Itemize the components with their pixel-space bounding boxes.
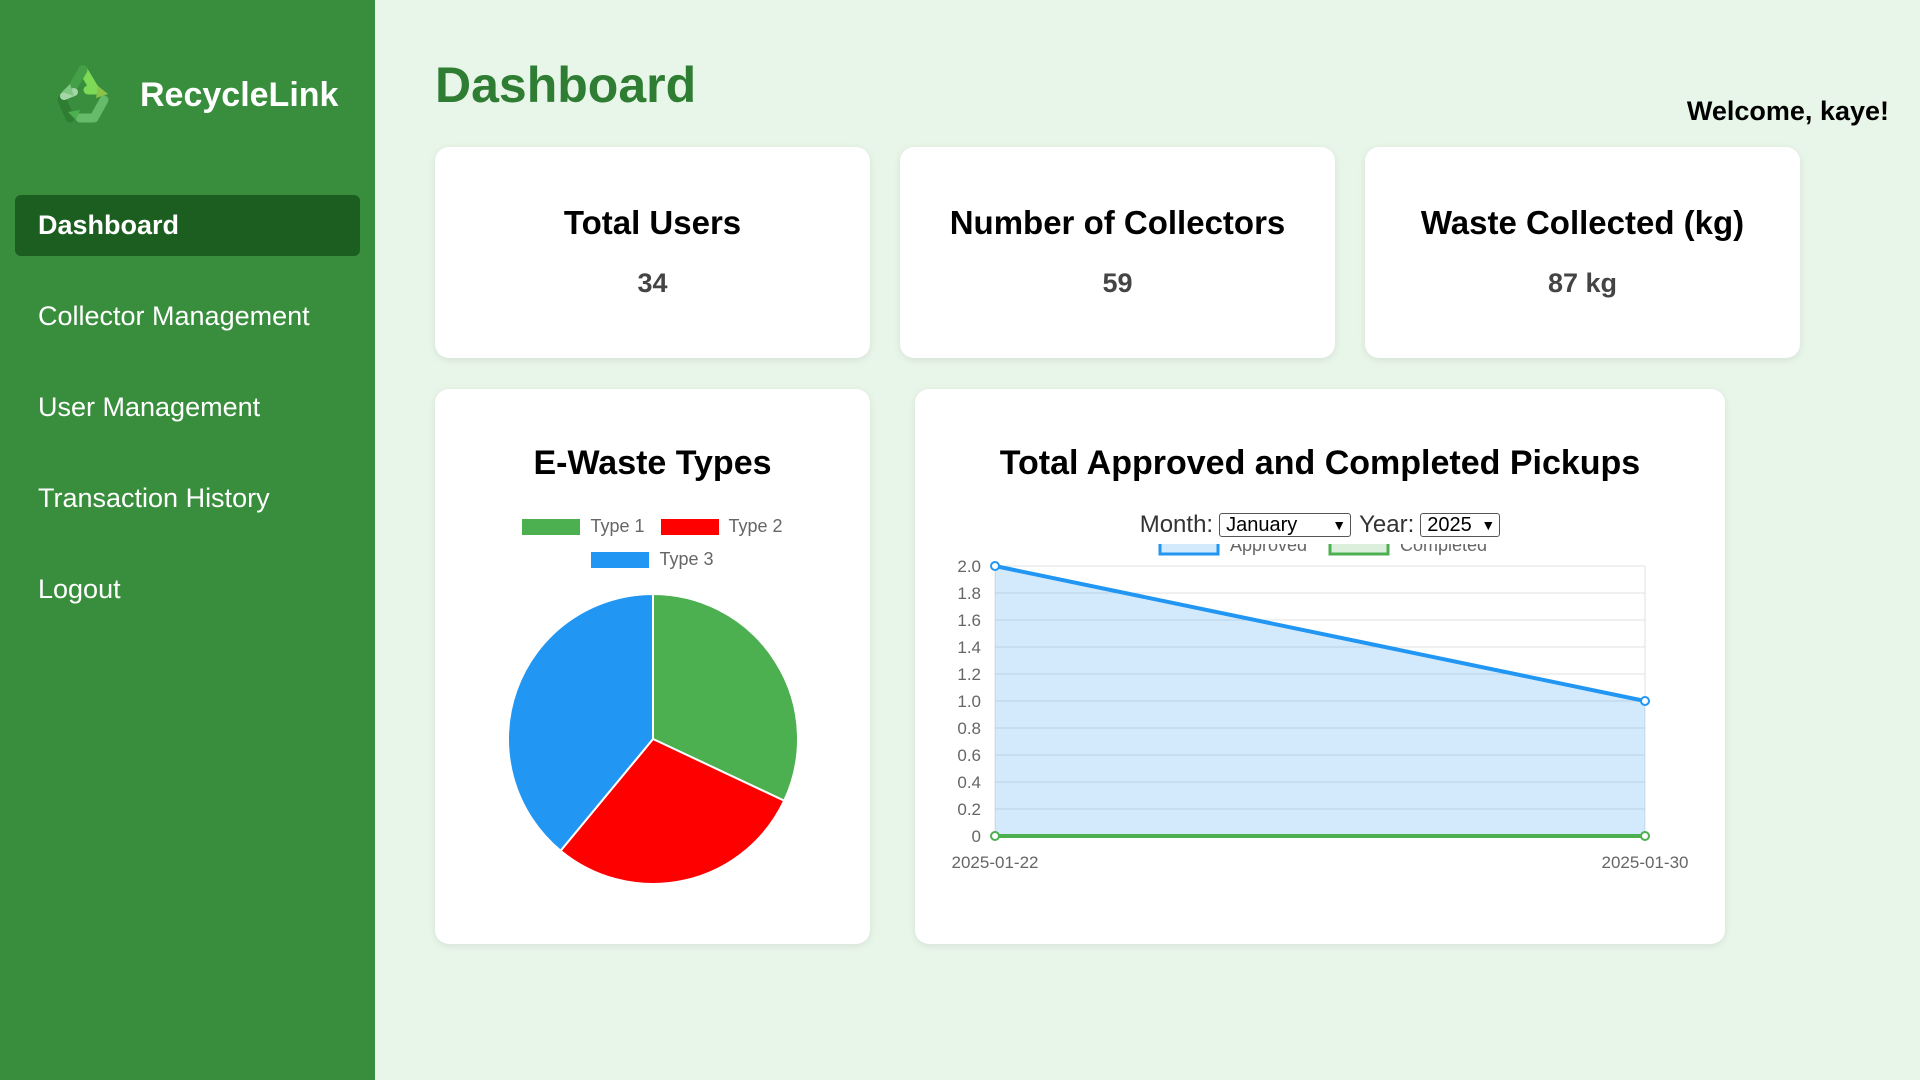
legend-item-type-1[interactable]: Type 1 xyxy=(522,516,645,537)
pickups-card: Total Approved and Completed Pickups Mon… xyxy=(915,389,1725,944)
stat-card-total-users: Total Users 34 xyxy=(435,147,870,358)
y-tick-label: 1.0 xyxy=(957,692,981,711)
pickup-filters: Month: January ▼ Year: 2025 ▼ xyxy=(915,511,1725,539)
sidebar-item-logout[interactable]: Logout xyxy=(15,559,360,620)
sidebar-item-transaction-history[interactable]: Transaction History xyxy=(15,468,360,529)
data-point-approved[interactable] xyxy=(990,561,1000,571)
y-tick-label: 1.8 xyxy=(957,584,981,603)
legend-swatch xyxy=(660,518,719,535)
y-tick-label: 0.8 xyxy=(957,719,981,738)
sidebar-item-dashboard[interactable]: Dashboard xyxy=(15,195,360,256)
data-point-completed[interactable] xyxy=(990,831,1000,841)
y-tick-label: 0.2 xyxy=(957,800,981,819)
ewaste-chart-title: E-Waste Types xyxy=(533,444,772,482)
year-select[interactable]: 2025 ▼ xyxy=(1420,513,1501,537)
stat-card-collectors: Number of Collectors 59 xyxy=(900,147,1335,358)
pie-legend-row-2: Type 3 xyxy=(435,549,870,570)
data-point-approved[interactable] xyxy=(1640,696,1650,706)
stat-title: Total Users xyxy=(563,204,742,241)
ewaste-types-card: E-Waste Types Type 1 Type 2 Type 3 xyxy=(435,389,870,944)
brand[interactable]: RecycleLink xyxy=(50,62,338,128)
legend-swatch-completed[interactable] xyxy=(1328,544,1390,556)
x-tick-label: 2025-01-30 xyxy=(1602,853,1689,872)
stat-title: Waste Collected (kg) xyxy=(1420,204,1745,241)
legend-swatch-approved[interactable] xyxy=(1158,544,1220,556)
legend-label: Type 2 xyxy=(728,516,783,536)
month-value: January xyxy=(1226,513,1298,536)
chevron-down-icon: ▼ xyxy=(1481,517,1496,533)
legend-swatch xyxy=(522,518,581,535)
legend-label: Type 3 xyxy=(659,549,714,569)
pickups-chart-title: Total Approved and Completed Pickups xyxy=(999,444,1641,482)
y-tick-label: 0 xyxy=(972,827,981,846)
pie-chart xyxy=(507,592,799,885)
x-tick-label: 2025-01-22 xyxy=(952,853,1039,872)
data-point-completed[interactable] xyxy=(1640,831,1650,841)
pie-legend: Type 1 Type 2 xyxy=(435,516,870,537)
y-tick-label: 1.2 xyxy=(957,665,981,684)
legend-label: Type 1 xyxy=(590,516,645,536)
brand-name: RecycleLink xyxy=(140,75,339,114)
y-tick-label: 2.0 xyxy=(957,557,981,576)
legend-item-type-2[interactable]: Type 2 xyxy=(660,516,783,537)
line-legend: Approved Completed xyxy=(1158,544,1487,556)
page-title: Dashboard xyxy=(435,57,697,113)
year-label: Year: xyxy=(1359,511,1415,538)
sidebar-item-user-management[interactable]: User Management xyxy=(15,377,360,438)
chevron-down-icon: ▼ xyxy=(1332,517,1347,533)
stat-title: Number of Collectors xyxy=(949,204,1286,241)
legend-label-approved: Approved xyxy=(1230,544,1307,555)
stat-value: 87 kg xyxy=(1547,268,1618,298)
legend-label-completed: Completed xyxy=(1400,544,1487,555)
legend-swatch xyxy=(591,551,650,568)
sidebar: RecycleLink Dashboard Collector Manageme… xyxy=(0,0,375,1080)
year-value: 2025 xyxy=(1427,513,1472,536)
sidebar-item-collector-management[interactable]: Collector Management xyxy=(15,286,360,347)
welcome-message: Welcome, kaye! xyxy=(1686,96,1889,126)
y-tick-label: 1.4 xyxy=(957,638,981,657)
y-tick-label: 1.6 xyxy=(957,611,981,630)
stat-value: 34 xyxy=(637,268,668,298)
pickups-line-chart: Approved Completed 0 0.2 0.4 0.6 0.8 1.0 1.2 1.4 1… xyxy=(952,544,1689,872)
legend-item-type-3[interactable]: Type 3 xyxy=(591,549,714,570)
y-tick-label: 0.4 xyxy=(957,773,981,792)
month-select[interactable]: January ▼ xyxy=(1219,513,1352,537)
recycle-logo-icon xyxy=(57,65,109,123)
sidebar-nav: Dashboard Collector Management User Mana… xyxy=(15,195,360,650)
stat-value: 59 xyxy=(1102,268,1133,298)
area-fill-approved xyxy=(995,566,1645,836)
y-tick-label: 0.6 xyxy=(957,746,981,765)
stat-card-waste-collected: Waste Collected (kg) 87 kg xyxy=(1365,147,1800,358)
month-label: Month: xyxy=(1139,511,1214,538)
